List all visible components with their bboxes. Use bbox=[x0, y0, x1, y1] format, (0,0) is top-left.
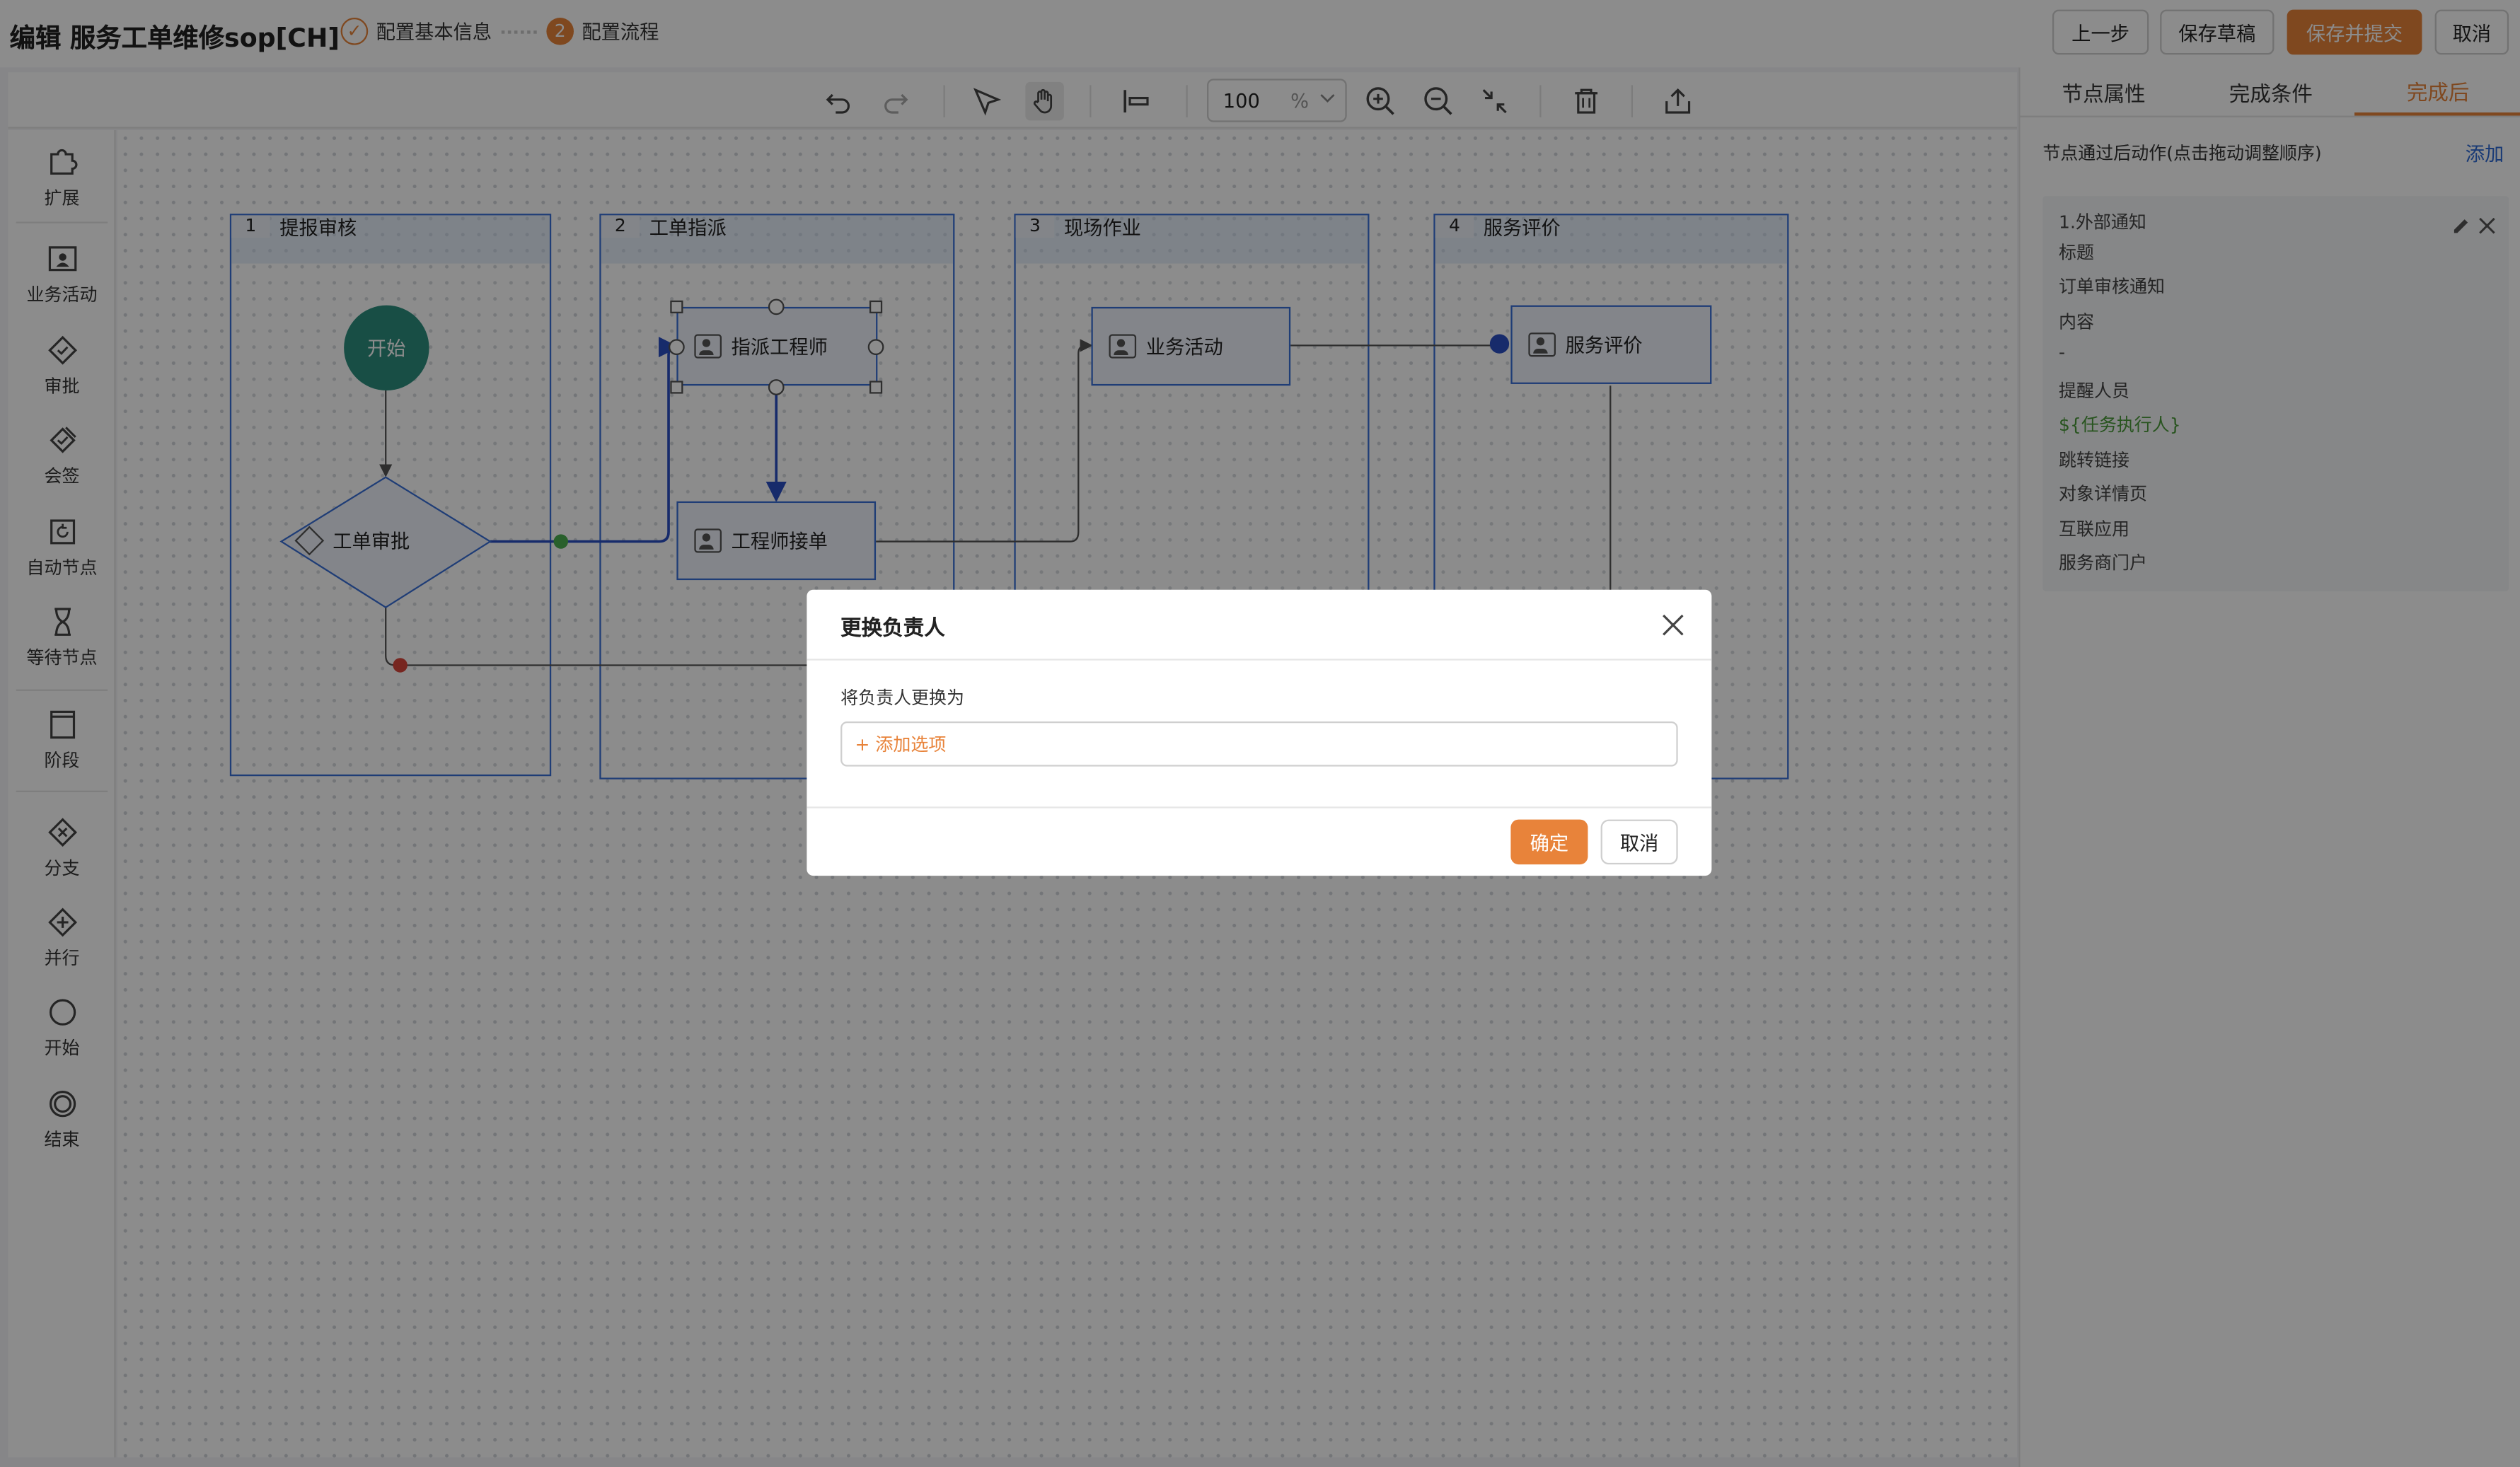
dialog-cancel-button[interactable]: 取消 bbox=[1600, 819, 1678, 865]
owner-field-label: 将负责人更换为 bbox=[840, 688, 965, 709]
confirm-button[interactable]: 确定 bbox=[1510, 819, 1588, 865]
change-owner-dialog: 更换负责人 将负责人更换为 + 添加选项 确定 取消 bbox=[807, 589, 1712, 876]
dialog-title: 更换负责人 bbox=[840, 617, 945, 642]
owner-select-input[interactable]: + 添加选项 bbox=[840, 721, 1678, 767]
close-icon[interactable] bbox=[1660, 613, 1686, 638]
add-option-link[interactable]: + 添加选项 bbox=[855, 731, 947, 757]
